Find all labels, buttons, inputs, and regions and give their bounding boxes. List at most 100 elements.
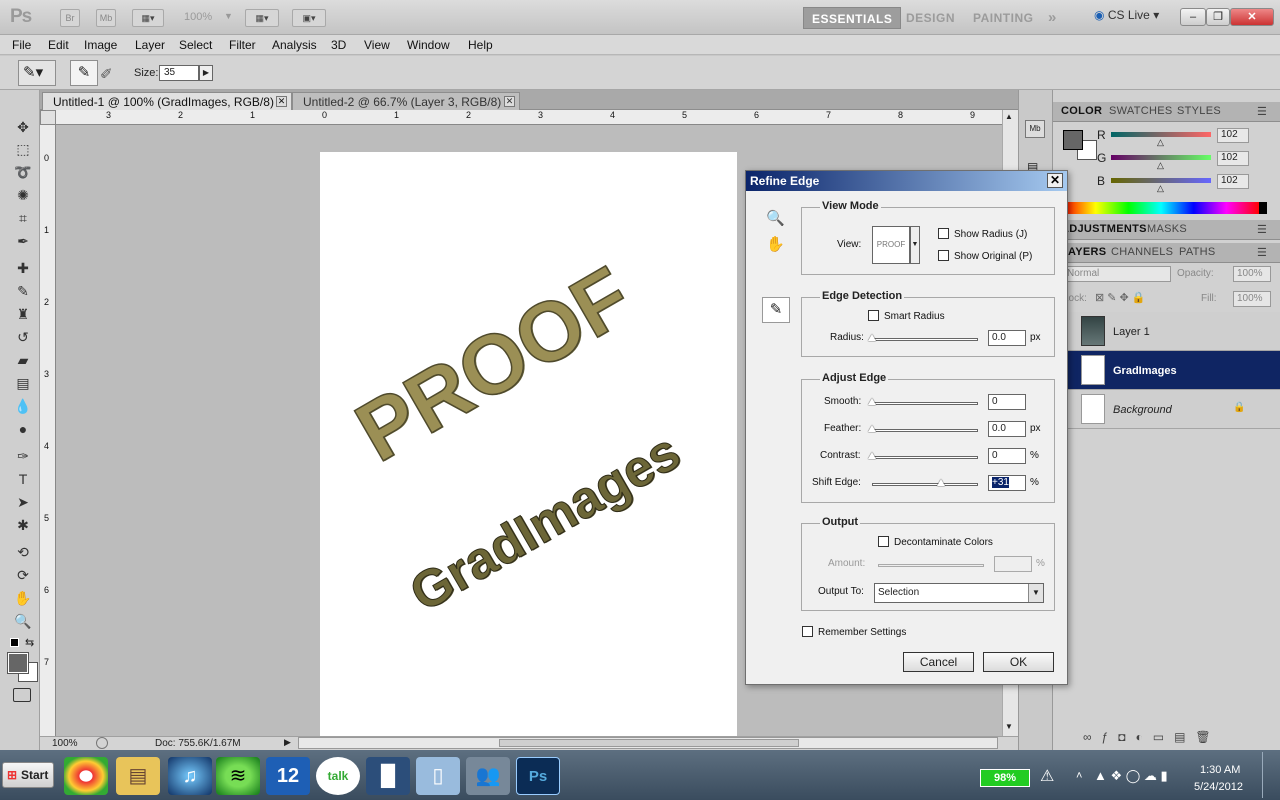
- contacts-icon[interactable]: 👥: [466, 757, 510, 795]
- red-slider-thumb[interactable]: △: [1157, 137, 1164, 148]
- clock-time[interactable]: 1:30 AM: [1200, 764, 1240, 776]
- color-spectrum-bar[interactable]: [1063, 202, 1259, 214]
- file-explorer-icon[interactable]: ▤: [116, 757, 160, 795]
- marquee-tool-icon[interactable]: ⬚: [12, 139, 34, 159]
- arrange-documents-button[interactable]: ▦▾: [245, 9, 279, 27]
- lasso-tool-icon[interactable]: ➰: [12, 162, 34, 182]
- tab-masks[interactable]: MASKS: [1147, 223, 1187, 235]
- minibridge-button[interactable]: Mb: [96, 9, 116, 27]
- panel-menu-icon[interactable]: ☰: [1257, 105, 1267, 118]
- tab-adjustments[interactable]: ADJUSTMENTS: [1061, 223, 1147, 235]
- tab-untitled-2[interactable]: Untitled-2 @ 66.7% (Layer 3, RGB/8) * ✕: [292, 92, 520, 110]
- blend-mode-select[interactable]: Normal: [1063, 266, 1171, 282]
- view-thumbnail[interactable]: PROOF: [872, 226, 910, 264]
- smooth-slider[interactable]: [872, 402, 978, 405]
- trello-icon[interactable]: ▐▌: [366, 757, 410, 795]
- tab-swatches[interactable]: SWATCHES: [1109, 105, 1173, 117]
- horizontal-scrollbar[interactable]: [298, 737, 998, 749]
- show-radius-checkbox[interactable]: [938, 228, 949, 239]
- 3d-rotate-tool-icon[interactable]: ⟲: [12, 542, 34, 562]
- layer-actions[interactable]: ∞ƒ◘◐▭▤🗑: [1083, 730, 1221, 744]
- quick-selection-tool-icon[interactable]: ✺: [12, 185, 34, 205]
- panel-menu-icon[interactable]: ☰: [1257, 246, 1267, 259]
- shift-edge-input[interactable]: +31: [988, 475, 1026, 491]
- dialog-title-bar[interactable]: Refine Edge ✕: [746, 171, 1067, 191]
- tray-icons[interactable]: ▲ ❖ ◯ ☁ ▮: [1094, 768, 1168, 784]
- smooth-slider-thumb[interactable]: [868, 398, 876, 405]
- blur-tool-icon[interactable]: 💧: [12, 396, 34, 416]
- show-original-checkbox[interactable]: [938, 250, 949, 261]
- refine-radius-tool-icon[interactable]: ✎: [762, 297, 790, 323]
- calendar-icon[interactable]: 12: [266, 757, 310, 795]
- chrome-icon[interactable]: [64, 757, 108, 795]
- menu-edit[interactable]: Edit: [48, 38, 69, 52]
- gradient-tool-icon[interactable]: ▤: [12, 373, 34, 393]
- workspace-essentials[interactable]: ESSENTIALS: [803, 7, 902, 29]
- clock-date[interactable]: 5/24/2012: [1194, 781, 1243, 793]
- layer-row[interactable]: Layer 1: [1053, 312, 1280, 351]
- feather-input[interactable]: 0.0: [988, 421, 1026, 437]
- contrast-slider-thumb[interactable]: [868, 452, 876, 459]
- close-window-button[interactable]: ✕: [1230, 8, 1274, 26]
- shift-edge-slider-thumb[interactable]: [936, 479, 945, 486]
- workspace-painting[interactable]: PAINTING: [973, 7, 1033, 29]
- dodge-tool-icon[interactable]: ●: [12, 419, 34, 439]
- view-dropdown-icon[interactable]: ▼: [910, 226, 920, 264]
- start-button[interactable]: ⊞ Start: [2, 762, 54, 788]
- hand-tool-icon[interactable]: ✋: [766, 235, 785, 253]
- hand-tool-icon[interactable]: ✋: [12, 588, 34, 608]
- close-tab-icon[interactable]: ✕: [276, 96, 287, 107]
- notes-icon[interactable]: ▯: [416, 757, 460, 795]
- menu-3d[interactable]: 3D: [331, 38, 346, 52]
- healing-brush-tool-icon[interactable]: ✚: [12, 258, 34, 278]
- more-workspaces-icon[interactable]: »: [1048, 7, 1057, 29]
- radius-input[interactable]: 0.0: [988, 330, 1026, 346]
- tab-untitled-1[interactable]: Untitled-1 @ 100% (GradImages, RGB/8) * …: [42, 92, 292, 110]
- 3d-orbit-tool-icon[interactable]: ⟳: [12, 565, 34, 585]
- spotify-icon[interactable]: ≋: [216, 757, 260, 795]
- blue-value[interactable]: 102: [1217, 174, 1249, 189]
- scroll-up-icon[interactable]: ▲: [1005, 112, 1013, 121]
- tab-paths[interactable]: PATHS: [1179, 246, 1216, 258]
- eraser-tool-icon[interactable]: ▰: [12, 350, 34, 370]
- color-panel-fg-swatch[interactable]: [1063, 130, 1083, 150]
- green-value[interactable]: 102: [1217, 151, 1249, 166]
- layer-name[interactable]: Background: [1113, 404, 1172, 416]
- erase-refinements-button[interactable]: ✐: [100, 65, 113, 83]
- shape-tool-icon[interactable]: ✱: [12, 515, 34, 535]
- photoshop-taskbar-icon[interactable]: Ps: [516, 757, 560, 795]
- refine-radius-mode-button[interactable]: ✎: [70, 60, 98, 86]
- battery-indicator[interactable]: 98%: [980, 769, 1030, 787]
- zoom-tool-icon[interactable]: 🔍: [766, 209, 785, 227]
- move-tool-icon[interactable]: ✥: [12, 117, 34, 137]
- contrast-slider[interactable]: [872, 456, 978, 459]
- tray-expand-icon[interactable]: ˄: [1076, 770, 1082, 782]
- document-canvas[interactable]: PROOF GradImages: [320, 152, 737, 736]
- green-slider-thumb[interactable]: △: [1157, 160, 1164, 171]
- menu-analysis[interactable]: Analysis: [272, 38, 317, 52]
- menu-window[interactable]: Window: [407, 38, 450, 52]
- menu-help[interactable]: Help: [468, 38, 493, 52]
- decontaminate-colors-checkbox[interactable]: [878, 536, 889, 547]
- ruler-origin[interactable]: [40, 110, 56, 125]
- quick-mask-icon[interactable]: [13, 688, 31, 702]
- menu-select[interactable]: Select: [179, 38, 212, 52]
- show-desktop-button[interactable]: [1262, 752, 1278, 798]
- opacity-input[interactable]: 100%: [1233, 266, 1271, 282]
- red-value[interactable]: 102: [1217, 128, 1249, 143]
- brush-tool-icon[interactable]: ✎: [12, 281, 34, 301]
- history-brush-tool-icon[interactable]: ↺: [12, 327, 34, 347]
- brush-size-input[interactable]: 35: [159, 65, 199, 81]
- ok-button[interactable]: OK: [983, 652, 1054, 672]
- contrast-input[interactable]: 0: [988, 448, 1026, 464]
- itunes-icon[interactable]: ♫: [168, 757, 212, 795]
- select-dropdown-icon[interactable]: ▼: [1028, 584, 1043, 602]
- minimize-button[interactable]: –: [1180, 8, 1206, 26]
- layer-row[interactable]: Background 🔒: [1053, 390, 1280, 429]
- panel-menu-icon[interactable]: ☰: [1257, 223, 1267, 236]
- fill-input[interactable]: 100%: [1233, 291, 1271, 307]
- menu-view[interactable]: View: [364, 38, 390, 52]
- scroll-down-icon[interactable]: ▼: [1005, 722, 1013, 731]
- restore-button[interactable]: ❐: [1206, 8, 1230, 26]
- screen-mode-button[interactable]: ▣▾: [292, 9, 326, 27]
